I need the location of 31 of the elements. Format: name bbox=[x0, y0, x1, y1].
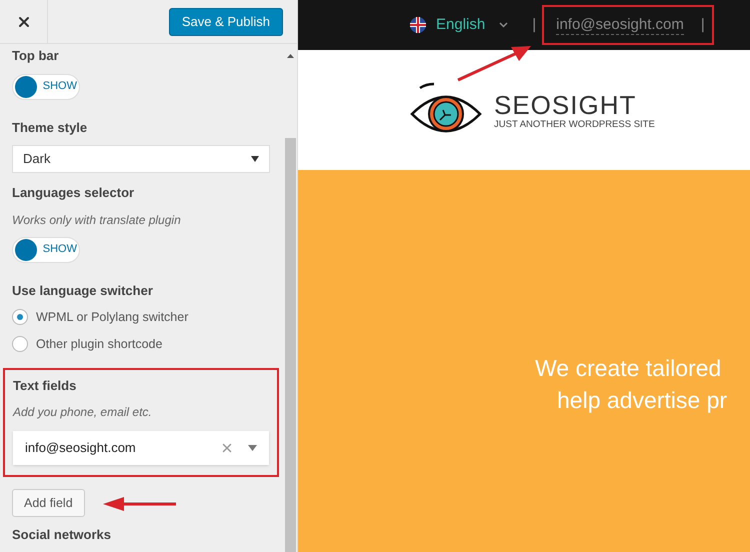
separator: | bbox=[700, 14, 705, 35]
radio-button[interactable] bbox=[12, 336, 28, 352]
hero-text: help advertise pr bbox=[557, 386, 728, 415]
top-bar-email[interactable]: info@seosight.com bbox=[556, 16, 684, 34]
setting-hint: Add you phone, email etc. bbox=[13, 404, 153, 421]
setting-label: Theme style bbox=[12, 118, 88, 137]
setting-label: Languages selector bbox=[12, 184, 136, 202]
clear-icon[interactable] bbox=[220, 441, 234, 455]
theme-style-select[interactable]: Dark bbox=[12, 145, 270, 173]
show-toggle[interactable]: SHOW bbox=[12, 74, 80, 100]
setting-label: Use language switcher bbox=[12, 282, 154, 300]
add-field-button[interactable]: Add field bbox=[12, 489, 85, 517]
text-field[interactable]: info@seosight.com bbox=[13, 431, 269, 465]
setting-label: Social networks bbox=[12, 526, 112, 544]
setting-label: Top bar bbox=[12, 47, 60, 65]
radio-button[interactable] bbox=[12, 309, 28, 326]
setting-hint: Works only with translate plugin bbox=[12, 212, 182, 228]
show-toggle[interactable]: SHOW bbox=[12, 236, 80, 262]
radio-label: WPML or Polylang switcher bbox=[36, 309, 188, 326]
setting-label: Text fields bbox=[13, 376, 78, 394]
hero-text: We create tailored bbox=[535, 354, 722, 383]
save-publish-button[interactable]: Save & Publish bbox=[168, 8, 283, 36]
chevron-down-icon[interactable] bbox=[499, 22, 508, 28]
dropdown-caret-icon bbox=[248, 445, 257, 451]
dropdown-caret-icon bbox=[251, 156, 259, 162]
site-tagline: JUST ANOTHER WORDPRESS SITE bbox=[494, 118, 655, 130]
language-selector[interactable]: English bbox=[436, 14, 486, 36]
site-title: SEOSIGHT bbox=[494, 90, 638, 118]
radio-label: Other plugin shortcode bbox=[36, 336, 162, 353]
flag-icon bbox=[410, 17, 426, 33]
separator: | bbox=[532, 14, 536, 35]
